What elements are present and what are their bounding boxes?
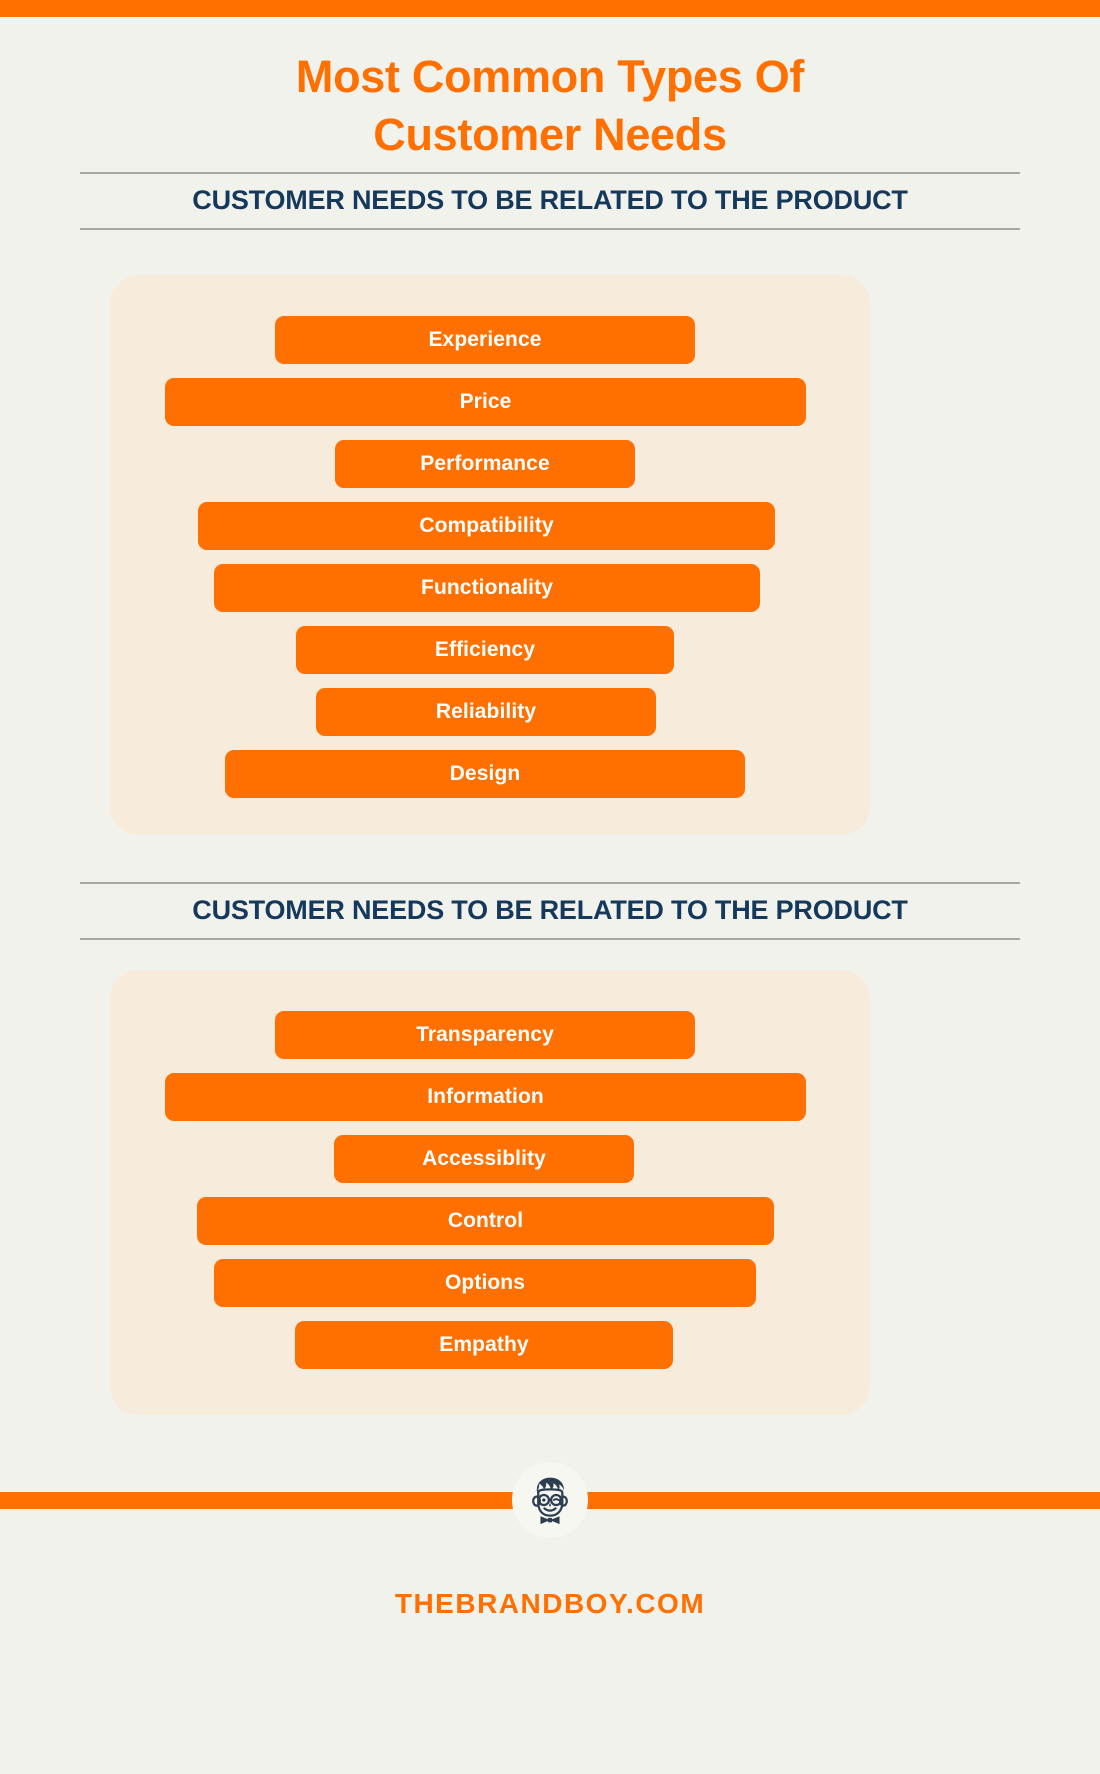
section-rule-bottom: [80, 938, 1020, 940]
needs-card-service: Transparency Information Accessiblity Contr…: [110, 970, 870, 1415]
need-bar-label: Efficiency: [434, 638, 536, 661]
need-bar-label: Reliability: [435, 700, 537, 723]
need-bar: Performance: [335, 440, 635, 488]
section-heading-text: CUSTOMER NEEDS TO BE RELATED TO THE PROD…: [192, 895, 908, 925]
need-bar: Transparency: [275, 1011, 695, 1059]
bar-list-service: Transparency Information Accessiblity Contr…: [110, 970, 870, 1415]
need-bar: Empathy: [295, 1321, 673, 1369]
need-bar-label: Performance: [420, 452, 550, 475]
brandboy-face-icon: [532, 1477, 568, 1525]
infographic-page: Most Common Types Of Customer Needs CUST…: [0, 0, 1100, 1774]
need-bar: Options: [214, 1259, 756, 1307]
need-bar: Experience: [275, 316, 695, 364]
need-bar: Information: [165, 1073, 806, 1121]
bar-list-product: Experience Price Performance Compatibility F…: [110, 275, 870, 835]
need-bar-label: Compatibility: [419, 514, 554, 537]
need-bar-label: Options: [444, 1271, 526, 1294]
need-bar-label: Design: [449, 762, 521, 785]
page-title: Most Common Types Of Customer Needs: [0, 48, 1100, 163]
needs-card-product: Experience Price Performance Compatibility F…: [110, 275, 870, 835]
need-bar-label: Information: [427, 1085, 544, 1108]
need-bar-label: Functionality: [421, 576, 553, 599]
need-bar: Compatibility: [198, 502, 775, 550]
need-bar-label: Empathy: [439, 1333, 529, 1356]
page-title-line-2: Customer Needs: [373, 108, 727, 160]
need-bar: Price: [165, 378, 806, 426]
need-bar: Efficiency: [296, 626, 674, 674]
top-accent-stripe: [0, 0, 1100, 17]
need-bar: Design: [225, 750, 745, 798]
need-bar: Control: [197, 1197, 774, 1245]
need-bar-label: Price: [459, 390, 512, 413]
brandboy-logo-badge: [512, 1462, 588, 1538]
section-header-product-needs: CUSTOMER NEEDS TO BE RELATED TO THE PROD…: [80, 172, 1020, 230]
need-bar-label: Experience: [428, 328, 542, 351]
need-bar-label: Transparency: [416, 1023, 554, 1046]
need-bar: Reliability: [316, 688, 656, 736]
need-bar: Functionality: [214, 564, 760, 612]
need-bar-label: Accessiblity: [422, 1147, 546, 1170]
page-title-line-1: Most Common Types Of: [295, 51, 805, 102]
section-rule-bottom: [80, 228, 1020, 230]
section-heading-text: CUSTOMER NEEDS TO BE RELATED TO THE PROD…: [192, 185, 908, 215]
brand-url-text: THEBRANDBOY.COM: [394, 1588, 706, 1619]
need-bar-label: Control: [447, 1209, 524, 1232]
need-bar: Accessiblity: [334, 1135, 634, 1183]
section-header-service-needs: CUSTOMER NEEDS TO BE RELATED TO THE PROD…: [80, 882, 1020, 940]
